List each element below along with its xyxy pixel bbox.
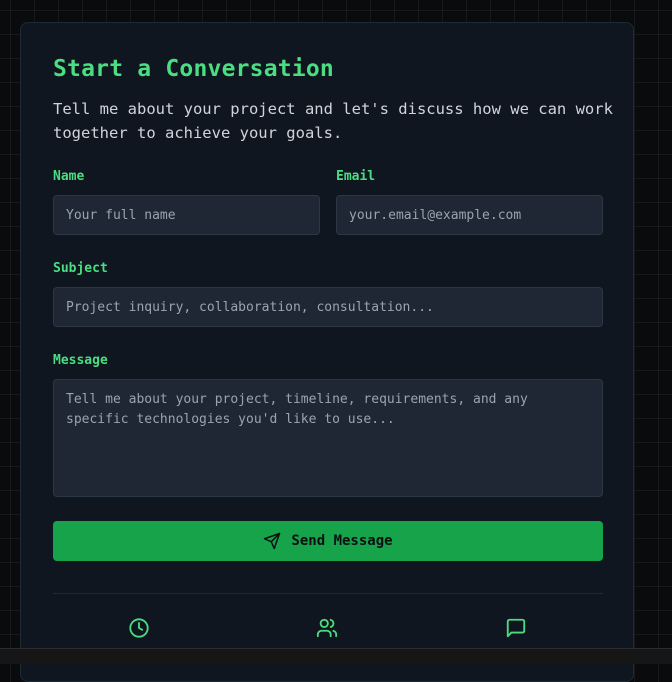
- send-button-label: Send Message: [291, 533, 393, 549]
- message-label: Message: [53, 353, 108, 368]
- subject-label: Subject: [53, 261, 108, 276]
- contact-card: Start a Conversation Tell me about your …: [20, 22, 634, 682]
- page-title: Start a Conversation: [53, 56, 334, 82]
- email-input[interactable]: [336, 195, 603, 235]
- message-textarea[interactable]: [53, 379, 603, 497]
- bottom-bar: [0, 648, 672, 664]
- email-label: Email: [336, 169, 376, 184]
- send-icon: [263, 532, 281, 550]
- subject-input[interactable]: [53, 287, 603, 327]
- name-input[interactable]: [53, 195, 320, 235]
- divider: [53, 593, 603, 594]
- message-square-icon[interactable]: [505, 617, 527, 639]
- users-icon[interactable]: [316, 617, 338, 639]
- clock-icon[interactable]: [128, 617, 150, 639]
- name-label: Name: [53, 169, 85, 184]
- send-message-button[interactable]: Send Message: [53, 521, 603, 561]
- page-subtitle: Tell me about your project and let's dis…: [53, 100, 613, 142]
